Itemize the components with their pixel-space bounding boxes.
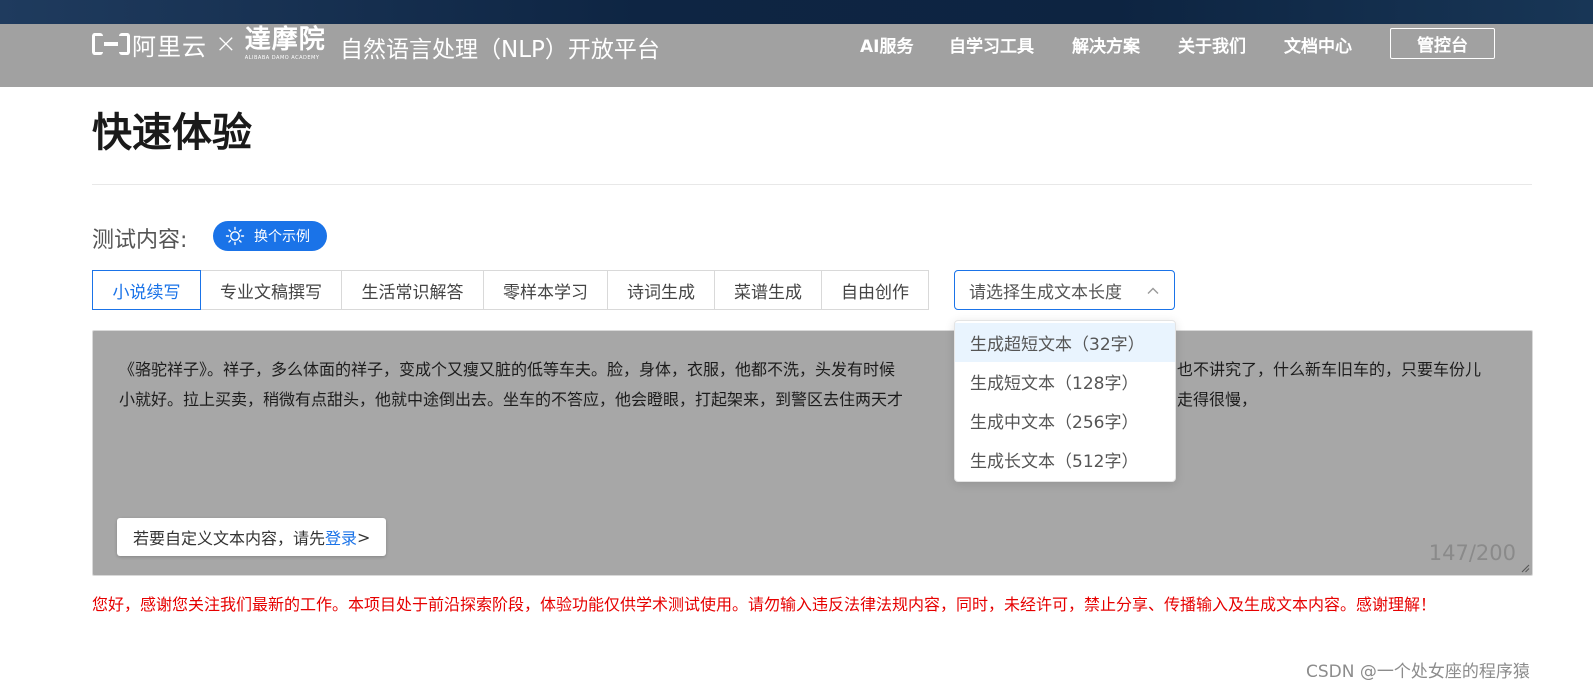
- tab-recipe[interactable]: 菜谱生成: [714, 270, 822, 310]
- csdn-watermark: CSDN @一个处女座的程序猿: [1306, 662, 1530, 682]
- tab-novel-continuation[interactable]: 小说续写: [92, 270, 201, 310]
- resize-grip-icon[interactable]: [1520, 563, 1530, 573]
- logo-separator: ×: [215, 29, 237, 59]
- nav-about-us[interactable]: 关于我们: [1178, 32, 1246, 57]
- tab-zero-shot[interactable]: 零样本学习: [483, 270, 608, 310]
- task-tabs: 小说续写 专业文稿撰写 生活常识解答 零样本学习 诗词生成 菜谱生成 自由创作: [92, 270, 929, 310]
- logo-aliyun-text: 阿里云: [132, 32, 207, 61]
- logo-damo-text: 達摩院: [244, 25, 326, 55]
- option-ultra-short[interactable]: 生成超短文本（32字）: [955, 323, 1175, 362]
- console-button[interactable]: 管控台: [1390, 28, 1495, 59]
- aliyun-logo-icon: [92, 33, 130, 55]
- nav-self-learning-tools[interactable]: 自学习工具: [949, 32, 1034, 57]
- text-line-1: 《骆驼祥子》。祥子，多么体面的祥子，变成个又瘦又脏的低等车夫。脸，身体，衣服，他…: [119, 355, 1509, 385]
- tab-professional-writing[interactable]: 专业文稿撰写: [200, 270, 342, 310]
- tab-poetry[interactable]: 诗词生成: [607, 270, 715, 310]
- disclaimer-notice: 您好，感谢您关注我们最新的工作。本项目处于前沿探索阶段，体验功能仅供学术测试使用…: [92, 595, 1437, 614]
- option-long[interactable]: 生成长文本（512字）: [955, 440, 1175, 479]
- tab-free-creation[interactable]: 自由创作: [821, 270, 929, 310]
- tab-life-qa[interactable]: 生活常识解答: [341, 270, 484, 310]
- page-title: 快速体验: [92, 110, 252, 156]
- login-link[interactable]: 登录: [325, 525, 357, 549]
- damo-academy-logo: 達摩院 ALIBABA DAMO ACADEMY: [245, 27, 326, 61]
- change-example-button[interactable]: 换个示例: [213, 221, 327, 251]
- test-content-label: 测试内容:: [92, 228, 188, 253]
- char-counter: 147/200: [1428, 541, 1516, 565]
- divider: [92, 184, 1532, 185]
- text-line-2: 小就好。拉上买卖，稍微有点甜头，他就中途倒出去。坐车的不答应，他会瞪眼，打起架来…: [119, 385, 1509, 415]
- test-content-textarea[interactable]: 《骆驼祥子》。祥子，多么体面的祥子，变成个又瘦又脏的低等车夫。脸，身体，衣服，他…: [92, 330, 1533, 576]
- text-length-dropdown: 生成超短文本（32字） 生成短文本（128字） 生成中文本（256字） 生成长文…: [954, 320, 1176, 482]
- top-banner-strip: [0, 0, 1593, 24]
- nav-docs-center[interactable]: 文档中心: [1284, 32, 1352, 57]
- chevron-up-icon: [1147, 287, 1159, 294]
- login-hint-text: 若要自定义文本内容，请先: [133, 529, 326, 548]
- text-line-2-start: 小就好。拉上买卖，稍微有点甜头，他就中途倒出去。坐车的不答应，他会瞪眼，打起架来…: [119, 390, 904, 409]
- option-short[interactable]: 生成短文本（128字）: [955, 362, 1175, 401]
- sample-text: 《骆驼祥子》。祥子，多么体面的祥子，变成个又瘦又脏的低等车夫。脸，身体，衣服，他…: [119, 355, 1509, 415]
- login-hint-arrow: >: [357, 527, 371, 547]
- logo-damo-en-text: ALIBABA DAMO ACADEMY: [244, 55, 320, 61]
- text-length-select[interactable]: 请选择生成文本长度: [954, 270, 1175, 310]
- site-logo[interactable]: 阿里云 × 達摩院 ALIBABA DAMO ACADEMY: [92, 27, 326, 61]
- nav-ai-services[interactable]: AI服务: [860, 32, 913, 57]
- option-medium[interactable]: 生成中文本（256字）: [955, 401, 1175, 440]
- select-placeholder: 请选择生成文本长度: [969, 282, 1122, 303]
- change-example-label: 换个示例: [254, 229, 310, 245]
- lightbulb-icon: [225, 226, 245, 246]
- text-line-1-end: 也不讲究了，什么新车旧车的，只要车份儿: [1177, 360, 1482, 379]
- text-line-2-end: 走得很慢，: [1177, 390, 1258, 409]
- text-line-1-start: 《骆驼祥子》。祥子，多么体面的祥子，变成个又瘦又脏的低等车夫。脸，身体，衣服，他…: [119, 360, 896, 379]
- platform-title: 自然语言处理（NLP）开放平台: [340, 37, 660, 63]
- login-hint: 若要自定义文本内容，请先 登录 >: [117, 518, 387, 556]
- nav-solutions[interactable]: 解决方案: [1072, 32, 1140, 57]
